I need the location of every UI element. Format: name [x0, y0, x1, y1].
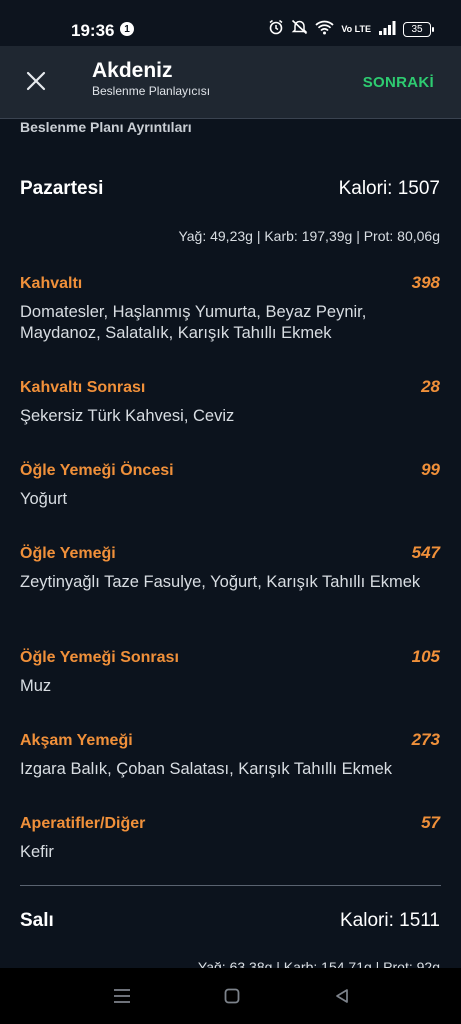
status-bar: 19:36 1 Vo LTE 35	[0, 0, 461, 46]
page-subtitle: Beslenme Planlayıcısı	[92, 84, 211, 98]
meal-breakfast: Kahvaltı 398 Domatesler, Haşlanmış Yumur…	[20, 273, 440, 344]
meal-dinner: Akşam Yemeği 273 Izgara Balık, Çoban Sal…	[20, 730, 440, 780]
system-nav-bar	[0, 968, 461, 1024]
day-header-tuesday: Salı Kalori: 1511	[20, 910, 440, 932]
meal-items: Izgara Balık, Çoban Salatası, Karışık Ta…	[20, 760, 393, 778]
day-macros: Yağ: 49,23g | Karb: 197,39g | Prot: 80,0…	[178, 228, 440, 244]
day-calories: Kalori: 1507	[338, 178, 440, 199]
meal-calories: 547	[411, 543, 440, 562]
meal-lunch: Öğle Yemeği 547 Zeytinyağlı Taze Fasulye…	[20, 543, 440, 593]
meal-items: Muz	[20, 677, 52, 695]
meal-name: Aperatifler/Diğer	[20, 815, 146, 832]
meal-name: Öğle Yemeği Sonrası	[20, 649, 179, 666]
plan-details-scroll[interactable]: Beslenme Planı Ayrıntıları Pazartesi Kal…	[0, 119, 461, 968]
meal-items: Kefir	[20, 843, 54, 861]
meal-items: Zeytinyağlı Taze Fasulye, Yoğurt, Karışı…	[20, 573, 421, 591]
close-icon	[26, 71, 46, 91]
alarm-icon	[268, 19, 284, 40]
meal-name: Akşam Yemeği	[20, 732, 133, 749]
meal-calories: 57	[421, 813, 440, 832]
day-header-monday: Pazartesi Kalori: 1507	[20, 178, 440, 200]
meal-items: Şekersiz Türk Kahvesi, Ceviz	[20, 407, 235, 425]
wifi-icon	[315, 20, 334, 40]
app-bar: Akdeniz Beslenme Planlayıcısı SONRAKİ	[0, 46, 461, 119]
home-button[interactable]	[218, 982, 246, 1010]
meal-name: Öğle Yemeği	[20, 545, 116, 562]
meal-name: Kahvaltı	[20, 275, 83, 292]
battery-icon: 35	[403, 22, 434, 37]
mute-icon	[291, 19, 308, 40]
status-icons: Vo LTE 35	[268, 19, 434, 40]
meal-calories: 105	[411, 647, 440, 666]
next-button[interactable]: SONRAKİ	[363, 74, 434, 91]
meal-calories: 273	[411, 730, 440, 749]
notification-badge: 1	[120, 22, 134, 36]
section-title: Beslenme Planı Ayrıntıları	[20, 119, 192, 135]
close-button[interactable]	[18, 63, 54, 99]
meal-name: Öğle Yemeği Öncesi	[20, 462, 174, 479]
meal-after-breakfast: Kahvaltı Sonrası 28 Şekersiz Türk Kahves…	[20, 377, 440, 427]
day-name: Salı	[20, 910, 54, 931]
home-square-icon	[224, 988, 240, 1004]
meal-items: Yoğurt	[20, 490, 68, 508]
meal-calories: 398	[411, 273, 440, 292]
recents-button[interactable]	[108, 982, 136, 1010]
menu-icon	[114, 989, 130, 1003]
meal-calories: 99	[421, 460, 440, 479]
volte-label: Vo LTE	[341, 24, 371, 34]
back-button[interactable]	[328, 982, 356, 1010]
meal-items: Domatesler, Haşlanmış Yumurta, Beyaz Pey…	[20, 303, 367, 342]
meal-name: Kahvaltı Sonrası	[20, 379, 146, 396]
signal-icon	[378, 20, 396, 40]
status-time: 19:36	[71, 21, 115, 40]
meal-after-lunch: Öğle Yemeği Sonrası 105 Muz	[20, 647, 440, 697]
day-name: Pazartesi	[20, 178, 104, 199]
meal-before-lunch: Öğle Yemeği Öncesi 99 Yoğurt	[20, 460, 440, 510]
day-macros: Yağ: 63,38g | Karb: 154,71g | Prot: 92g	[197, 959, 440, 968]
day-calories: Kalori: 1511	[340, 910, 440, 931]
day-divider	[20, 885, 441, 886]
meal-snacks: Aperatifler/Diğer 57 Kefir	[20, 813, 440, 863]
back-triangle-icon	[336, 989, 348, 1003]
meal-calories: 28	[421, 377, 440, 396]
page-title: Akdeniz	[92, 59, 173, 82]
